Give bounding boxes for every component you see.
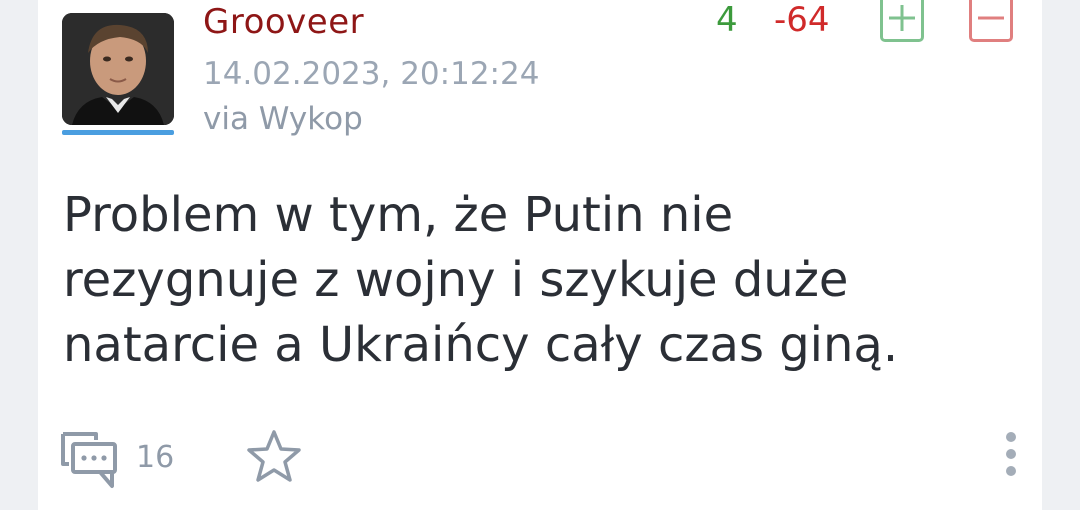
favorite-button[interactable] <box>245 428 303 486</box>
votes-plus-count[interactable]: 4 <box>716 0 738 40</box>
comments-icon <box>61 432 117 488</box>
entry-body-text: Problem w tym, że Putin nie rezygnuje z … <box>63 187 899 373</box>
comments-button[interactable] <box>60 430 122 492</box>
more-options-button[interactable] <box>996 428 1026 482</box>
more-vertical-icon <box>1006 432 1016 476</box>
vote-down-button[interactable] <box>969 0 1013 42</box>
votes-minus-count[interactable]: -64 <box>774 0 830 40</box>
avatar-photo <box>62 13 174 125</box>
plus-square-icon <box>889 5 915 31</box>
post-date[interactable]: 14.02.2023, 20:12:24 <box>203 56 539 92</box>
minus-square-icon <box>978 16 1004 20</box>
vote-up-button[interactable] <box>880 0 924 42</box>
avatar[interactable] <box>62 13 174 125</box>
comments-count[interactable]: 16 <box>136 440 174 475</box>
post-source: via Wykop <box>203 101 363 137</box>
author-name[interactable]: Grooveer <box>203 2 364 42</box>
avatar-status-bar <box>62 130 174 135</box>
star-icon <box>247 430 301 482</box>
